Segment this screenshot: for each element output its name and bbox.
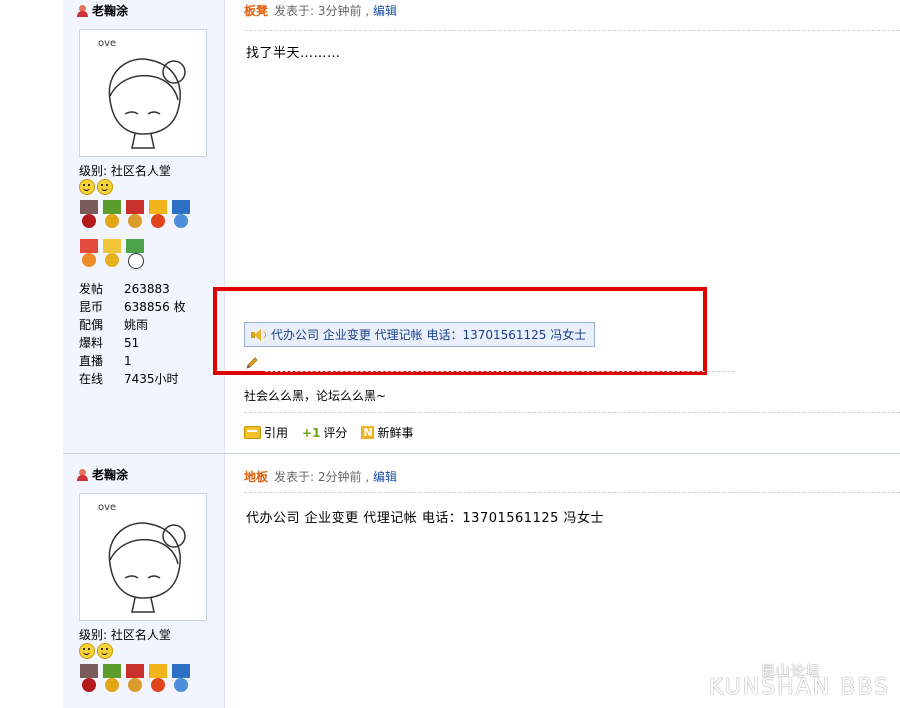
medal-row-1 <box>79 200 191 234</box>
avatar-drawing: ove <box>98 38 186 149</box>
divider <box>244 412 900 413</box>
stat-row: 在线 7435小时 <box>79 370 186 388</box>
floor-label[interactable]: 板凳 <box>244 4 268 18</box>
stat-row: 爆料 51 <box>79 334 186 352</box>
edit-link[interactable]: 编辑 <box>373 4 397 18</box>
svg-text:ove: ove <box>98 38 116 49</box>
post-body: 代办公司 企业变更 代理记帐 电话：13701561125 冯女士 <box>246 511 605 526</box>
post-body: 找了半天……… <box>246 46 341 61</box>
author-name[interactable]: 老鞠涂 <box>77 466 128 483</box>
post-time: 发表于: 2分钟前 , <box>274 470 370 484</box>
medal-icon[interactable] <box>102 664 122 698</box>
author-name-text[interactable]: 老鞠涂 <box>92 466 128 483</box>
stat-value: 638856 枚 <box>124 300 186 314</box>
medal-icon[interactable] <box>148 200 168 234</box>
medal-icon[interactable] <box>102 239 122 273</box>
medal-icon[interactable] <box>171 200 191 234</box>
stat-value: 263883 <box>124 282 170 296</box>
stat-value: 姚雨 <box>124 318 149 332</box>
stat-label: 昆币 <box>79 300 104 314</box>
news-button[interactable]: N 新鲜事 <box>361 424 413 441</box>
quote-label[interactable]: 引用 <box>264 424 288 441</box>
user-level: 级别: 社区名人堂 <box>79 164 171 178</box>
avatar-drawing: ove <box>98 502 186 613</box>
signature: 社会么么黑，论坛么么黑~ <box>244 389 387 403</box>
smiley-icon <box>79 179 95 195</box>
level-stars <box>79 179 113 195</box>
watermark-cn: 昆山论坛 <box>760 664 821 680</box>
quote-button[interactable]: 引用 <box>244 424 288 441</box>
ad-banner[interactable]: 代办公司 企业变更 代理记帐 电话：13701561125 冯女士 <box>244 322 595 347</box>
avatar[interactable]: ove <box>79 493 207 621</box>
user-icon <box>77 468 88 481</box>
medal-icon[interactable] <box>148 664 168 698</box>
watermark-logo: BBS <box>840 675 890 700</box>
medal-icon[interactable] <box>102 200 122 234</box>
smiley-icon <box>97 179 113 195</box>
medal-icon[interactable] <box>171 664 191 698</box>
post-content: 板凳 发表于: 3分钟前 , 编辑 找了半天……… 代办公司 企业变更 代理记帐 … <box>213 0 900 453</box>
author-panel: 老鞠涂 ove 级别: 社区名人堂 <box>63 454 225 708</box>
svg-text:ove: ove <box>98 502 116 513</box>
post-actions: 引用 +1 评分 N 新鲜事 <box>244 424 413 441</box>
level-stars <box>79 643 113 659</box>
stat-label: 在线 <box>79 372 104 386</box>
post-header: 板凳 发表于: 3分钟前 , 编辑 <box>244 2 397 19</box>
stat-label: 配偶 <box>79 318 104 332</box>
rate-button[interactable]: +1 评分 <box>302 424 347 441</box>
news-label[interactable]: 新鲜事 <box>377 424 413 441</box>
quote-icon <box>244 426 261 439</box>
user-level: 级别: 社区名人堂 <box>79 628 171 642</box>
news-icon: N <box>361 426 375 439</box>
stat-row: 配偶 姚雨 <box>79 316 186 334</box>
stat-value: 1 <box>124 354 132 368</box>
post-1: 老鞠涂 ove 级别: 社区名人堂 发帖 263883 昆币 638856 枚 … <box>63 0 900 454</box>
author-panel: 老鞠涂 ove 级别: 社区名人堂 <box>63 0 225 453</box>
rate-label[interactable]: 评分 <box>323 424 347 441</box>
stat-row: 昆币 638856 枚 <box>79 298 186 316</box>
medal-row-2 <box>79 239 145 273</box>
post-header: 地板 发表于: 2分钟前 , 编辑 <box>244 468 397 485</box>
floor-label[interactable]: 地板 <box>244 470 268 484</box>
medal-icon[interactable] <box>79 664 99 698</box>
stat-value: 51 <box>124 336 140 350</box>
plus-one-icon: +1 <box>302 425 321 440</box>
divider <box>244 492 900 493</box>
medal-icon[interactable] <box>125 239 145 273</box>
medal-icon[interactable] <box>125 664 145 698</box>
stat-label: 爆料 <box>79 336 104 350</box>
medal-icon[interactable] <box>79 200 99 234</box>
medal-row-1 <box>79 664 191 698</box>
author-name[interactable]: 老鞠涂 <box>77 2 128 19</box>
pencil-icon <box>246 357 258 369</box>
speaker-icon <box>251 328 266 341</box>
smiley-icon <box>97 643 113 659</box>
ad-text[interactable]: 代办公司 企业变更 代理记帐 电话：13701561125 冯女士 <box>271 326 586 343</box>
forum-watermark: 昆山论坛 KUNSHAN BBS <box>709 664 890 700</box>
smiley-icon <box>79 643 95 659</box>
medal-icon[interactable] <box>125 200 145 234</box>
avatar[interactable]: ove <box>79 29 207 157</box>
stat-row: 直播 1 <box>79 352 186 370</box>
stat-row: 发帖 263883 <box>79 280 186 298</box>
left-margin <box>0 0 64 708</box>
user-stats: 发帖 263883 昆币 638856 枚 配偶 姚雨 爆料 51 直播 1 在线 7435… <box>79 280 186 388</box>
user-icon <box>77 4 88 17</box>
post-time: 发表于: 3分钟前 , <box>274 4 370 18</box>
signature-divider <box>265 371 735 372</box>
edit-link[interactable]: 编辑 <box>373 470 397 484</box>
author-name-text[interactable]: 老鞠涂 <box>92 2 128 19</box>
divider <box>244 30 900 31</box>
stat-label: 直播 <box>79 354 104 368</box>
stat-value: 7435小时 <box>124 372 179 386</box>
stat-label: 发帖 <box>79 282 104 296</box>
medal-icon[interactable] <box>79 239 99 273</box>
